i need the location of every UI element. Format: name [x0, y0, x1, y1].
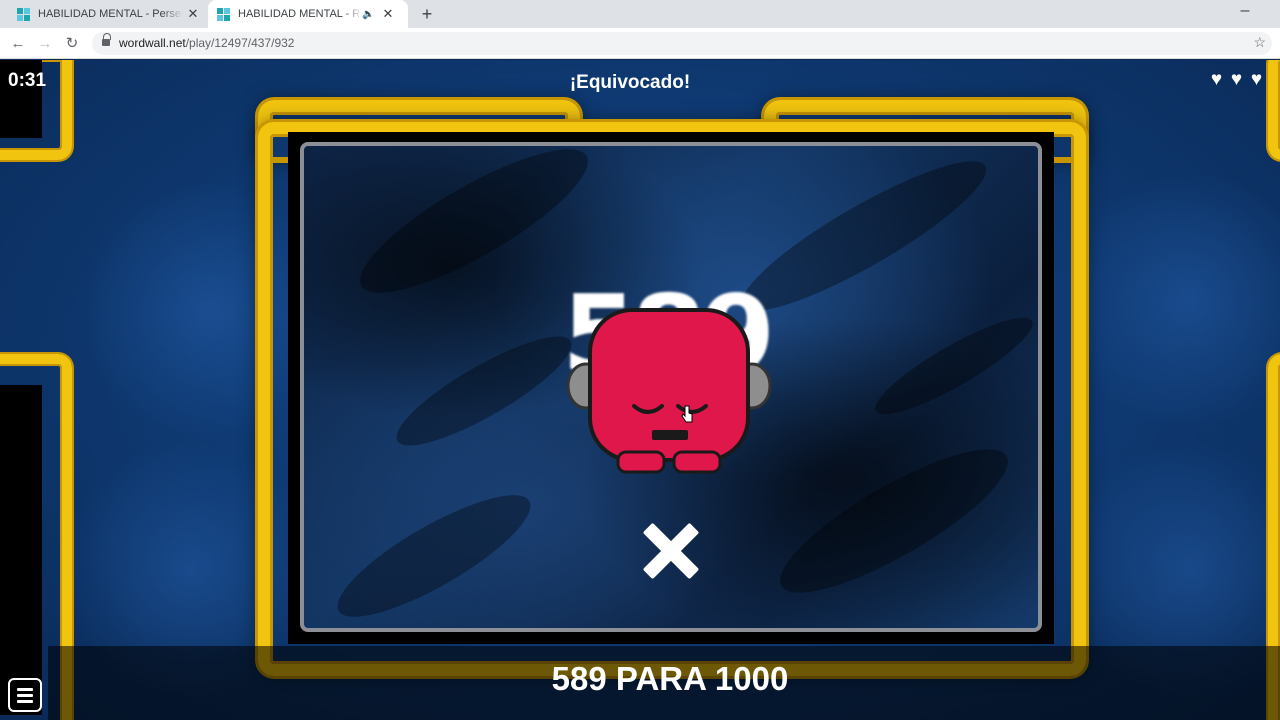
- swirl-shape: [763, 425, 1025, 617]
- lives-indicator: ♥ ♥ ♥: [1207, 70, 1266, 89]
- url-text: wordwall.net/play/12497/437/932: [119, 36, 294, 50]
- reload-icon[interactable]: ↻: [62, 34, 82, 54]
- browser-tab-persecucion[interactable]: HABILIDAD MENTAL - Persecución ✕: [8, 0, 206, 28]
- forward-arrow-icon[interactable]: →: [35, 34, 55, 54]
- menu-line: [17, 694, 33, 697]
- close-tab-icon[interactable]: ✕: [380, 6, 396, 22]
- wordwall-favicon-icon: [217, 7, 230, 21]
- wrong-x-icon: [640, 518, 704, 582]
- score-text: 589 PARA 1000: [551, 660, 789, 697]
- close-tab-icon[interactable]: ✕: [185, 6, 201, 22]
- right-top-frame: [1268, 60, 1280, 160]
- feedback-message: ¡Equivocado!: [569, 72, 691, 93]
- hand-cursor-icon: [681, 405, 693, 423]
- sad-monster-icon: [566, 308, 772, 474]
- menu-line: [17, 700, 33, 703]
- score-bar: 589 PARA 1000: [48, 646, 1280, 720]
- url-field[interactable]: wordwall.net/play/12497/437/932 ☆: [92, 32, 1272, 55]
- tab-title: HABILIDAD MENTAL - Persecución: [38, 8, 183, 20]
- window-minimize-button[interactable]: –: [1237, 2, 1253, 22]
- background-glow: [1060, 170, 1280, 430]
- address-bar: ← → ↻ wordwall.net/play/12497/437/932 ☆: [0, 28, 1280, 59]
- tab-title: HABILIDAD MENTAL - Recuerda: [238, 8, 362, 20]
- wordwall-favicon-icon: [17, 7, 30, 21]
- swirl-shape: [866, 303, 1038, 429]
- timer: 0:31: [8, 70, 47, 91]
- browser-tab-recuerda[interactable]: HABILIDAD MENTAL - Recuerda 🔈 ✕: [208, 0, 408, 28]
- left-bottom-frame-inner: [0, 385, 42, 715]
- heart-icon: ♥: [1210, 69, 1223, 90]
- url-path: /play/12497/437/932: [185, 36, 295, 50]
- tab-bar: HABILIDAD MENTAL - Persecución ✕ HABILID…: [0, 0, 1280, 28]
- menu-line: [17, 688, 33, 691]
- bookmark-star-icon[interactable]: ☆: [1253, 34, 1266, 51]
- url-host: wordwall.net: [119, 36, 186, 50]
- lock-icon: [102, 33, 111, 46]
- menu-button[interactable]: [8, 678, 42, 712]
- swirl-shape: [384, 319, 584, 463]
- heart-icon: ♥: [1250, 69, 1263, 90]
- swirl-shape: [323, 475, 545, 628]
- heart-icon: ♥: [1230, 69, 1243, 90]
- new-tab-button[interactable]: +: [418, 4, 436, 24]
- game-viewport: 589 0:31 ¡Equivocado! ♥ ♥ ♥ 589 PARA 100…: [0, 60, 1280, 720]
- back-arrow-icon[interactable]: ←: [8, 34, 28, 54]
- audio-playing-icon[interactable]: 🔈: [362, 9, 376, 20]
